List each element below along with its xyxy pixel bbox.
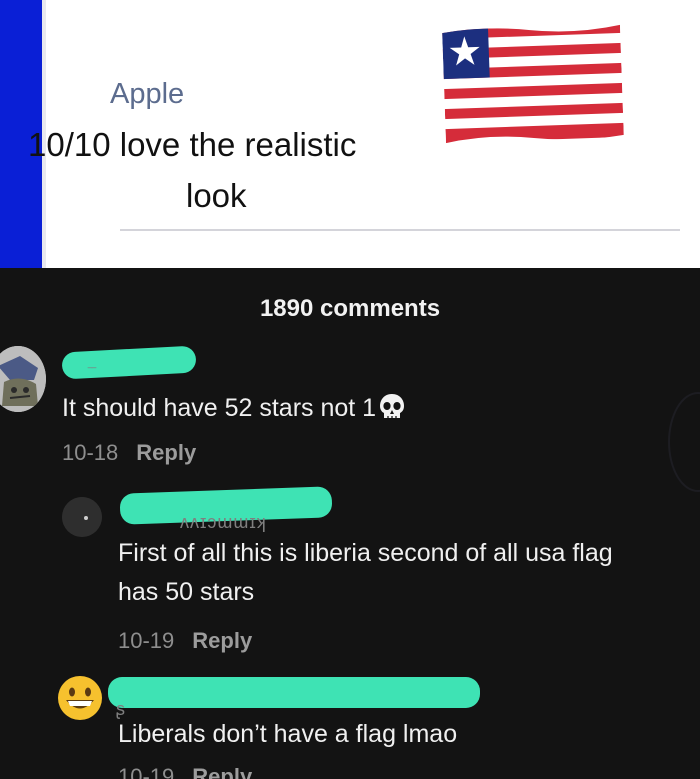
grinning-face-icon (58, 676, 102, 720)
username-peek: ‾‾ (88, 366, 96, 380)
default-avatar-icon (62, 497, 102, 537)
comment-text-line: First of all this is liberia second of a… (118, 539, 613, 567)
comment-date: 10-18 (62, 440, 119, 465)
message-text-line-2: look (186, 177, 247, 214)
comment-meta: 10-18 Reply (62, 440, 196, 466)
comment-text-line: has 50 stars (118, 578, 255, 606)
avatar[interactable] (57, 675, 103, 721)
username-peek: ʌʌɪɔɯɯɪʞ (180, 512, 267, 532)
sender-name: Apple (110, 78, 185, 110)
comment-date: 10-19 (118, 764, 175, 779)
reply-button[interactable]: Reply (136, 440, 196, 465)
comment-meta: 10-19 Reply (118, 764, 252, 779)
comment-meta: 10-19 Reply (118, 628, 252, 654)
reply-button[interactable]: Reply (192, 628, 252, 653)
liberia-flag-icon (442, 23, 624, 145)
comment-text: First of all this is liberia second of a… (118, 534, 700, 612)
reply-button[interactable]: Reply (192, 764, 252, 779)
skull-icon (380, 394, 405, 419)
comments-count: 1890 comments (259, 295, 441, 322)
username-redaction (108, 677, 480, 708)
comment-date: 10-19 (118, 628, 175, 653)
comment-text: It should have 52 stars not 1 (62, 389, 407, 428)
avatar[interactable] (62, 497, 102, 537)
comment-text: Liberals don’t have a flag lmao (118, 720, 458, 748)
comment-text-body: It should have 52 stars not 1 (62, 394, 377, 422)
message-card: Apple 10/10 love the realistic look (0, 0, 700, 268)
divider (120, 229, 680, 231)
message-text-line-1: 10/10 love the realistic (28, 126, 357, 163)
